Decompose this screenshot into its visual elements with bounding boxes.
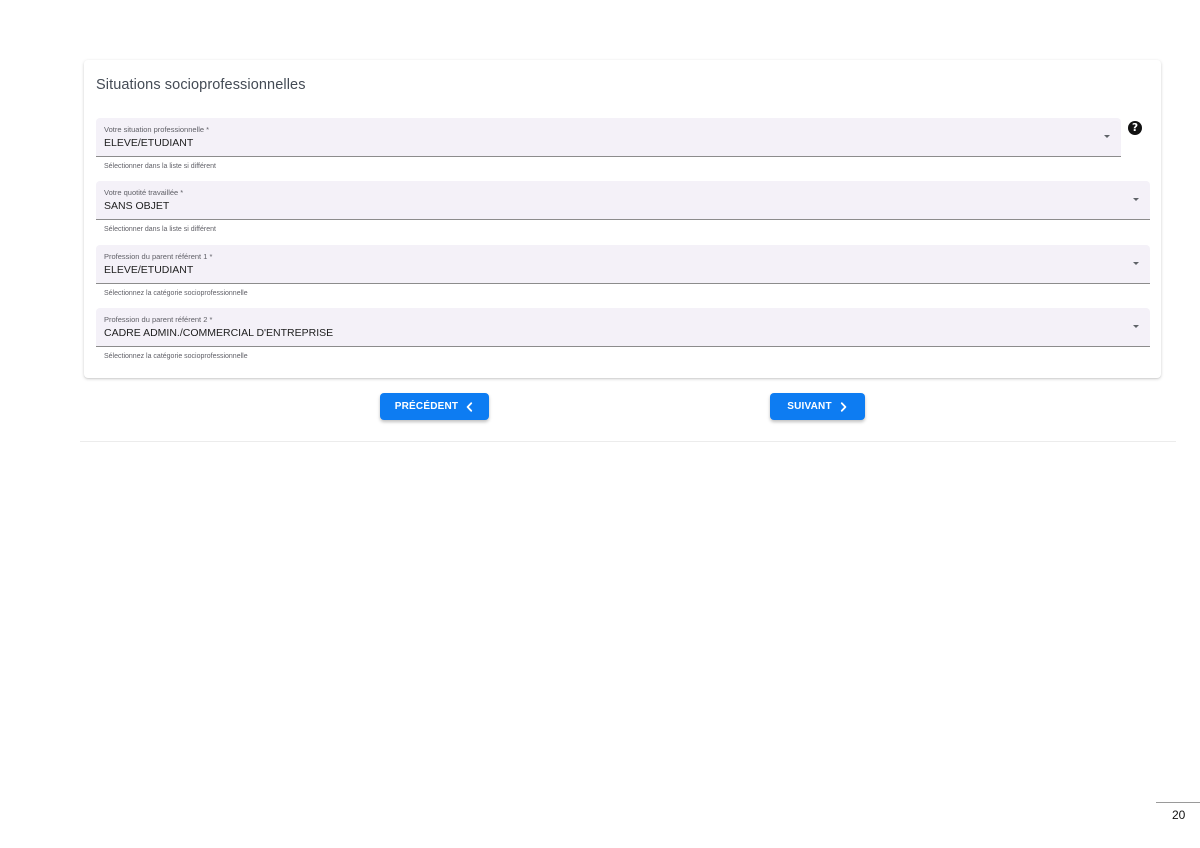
section-title: Situations socioprofessionnelles bbox=[96, 77, 306, 93]
dropdown-caret-icon bbox=[1133, 325, 1139, 328]
professional-situation-value: ELEVE/ETUDIANT bbox=[104, 137, 194, 149]
chevron-right-icon bbox=[840, 401, 847, 412]
work-quota-value: SANS OBJET bbox=[104, 200, 170, 212]
professional-situation-label: Votre situation professionnelle * bbox=[104, 125, 210, 134]
parent1-profession-label: Profession du parent référent 1 * bbox=[104, 252, 213, 261]
parent2-profession-value: CADRE ADMIN./COMMERCIAL D'ENTREPRISE bbox=[104, 327, 334, 339]
dropdown-caret-icon bbox=[1133, 198, 1139, 201]
question-circle-icon[interactable]: ? bbox=[1128, 121, 1142, 135]
previous-button[interactable]: PRÉCÉDENT bbox=[380, 393, 489, 420]
section-divider bbox=[80, 441, 1176, 442]
parent2-profession-label: Profession du parent référent 2 * bbox=[104, 315, 213, 324]
professional-situation-select[interactable]: Votre situation professionnelle * ELEVE/… bbox=[96, 118, 1121, 157]
parent2-profession-select[interactable]: Profession du parent référent 2 * CADRE … bbox=[96, 308, 1150, 347]
parent1-profession-value: ELEVE/ETUDIANT bbox=[104, 264, 194, 276]
parent1-profession-hint: Sélectionnez la catégorie socioprofessio… bbox=[104, 290, 248, 297]
next-button-label: SUIVANT bbox=[787, 401, 832, 412]
page-number-rule bbox=[1156, 802, 1200, 803]
work-quota-label: Votre quotité travaillée * bbox=[104, 188, 184, 197]
work-quota-select[interactable]: Votre quotité travaillée * SANS OBJET bbox=[96, 181, 1150, 220]
previous-button-label: PRÉCÉDENT bbox=[394, 401, 459, 412]
dropdown-caret-icon bbox=[1104, 135, 1110, 138]
professional-situation-hint: Sélectionner dans la liste si différent bbox=[104, 163, 216, 170]
chevron-left-icon bbox=[466, 401, 473, 412]
next-button[interactable]: SUIVANT bbox=[770, 393, 865, 420]
dropdown-caret-icon bbox=[1133, 262, 1139, 265]
parent2-profession-hint: Sélectionnez la catégorie socioprofessio… bbox=[104, 353, 248, 360]
work-quota-hint: Sélectionner dans la liste si différent bbox=[104, 226, 216, 233]
parent1-profession-select[interactable]: Profession du parent référent 1 * ELEVE/… bbox=[96, 245, 1150, 284]
socioprofessional-card: Situations socioprofessionnelles Votre s… bbox=[84, 60, 1161, 378]
page-number: 20 bbox=[1172, 808, 1186, 822]
